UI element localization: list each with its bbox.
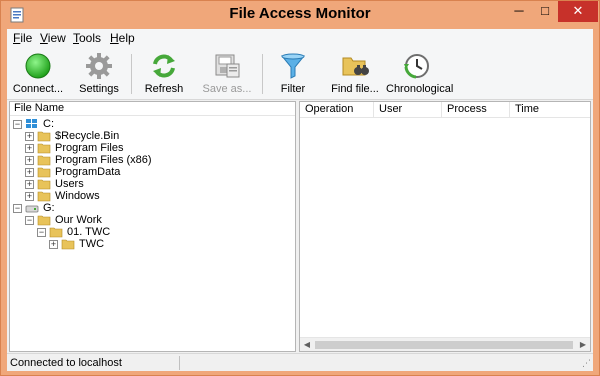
connect-button[interactable]: Connect...	[9, 50, 67, 98]
menu-help-rest: elp	[118, 31, 135, 45]
expand-toggle[interactable]: +	[25, 132, 34, 141]
collapse-toggle[interactable]: −	[13, 120, 22, 129]
filter-label: Filter	[280, 83, 306, 95]
clock-icon	[404, 54, 429, 79]
collapse-toggle[interactable]: −	[25, 216, 34, 225]
scrollbar-thumb[interactable]	[315, 341, 573, 349]
tree-item-label: Windows	[55, 190, 100, 202]
operation-column-header[interactable]: Operation	[300, 102, 374, 118]
menu-help[interactable]: Help	[110, 31, 135, 45]
menu-file-rest: ile	[20, 31, 33, 45]
resize-grip-icon[interactable]: ⋰	[582, 358, 591, 369]
process-column-header[interactable]: Process	[442, 102, 510, 118]
toolbar: Connect... Settings Refresh Save as... F…	[7, 48, 593, 100]
expand-toggle[interactable]: +	[25, 168, 34, 177]
tree-item-label: G:	[43, 202, 55, 214]
refresh-icon	[153, 54, 175, 78]
folder-icon	[37, 179, 51, 190]
tree-item-label: Program Files (x86)	[55, 154, 152, 166]
tree-item-label: Program Files	[55, 142, 124, 154]
folder-icon	[49, 227, 63, 238]
folder-icon	[37, 167, 51, 178]
connect-icon	[25, 53, 51, 79]
save-as-button[interactable]: Save as...	[197, 50, 257, 98]
scroll-right-icon[interactable]: ▶	[576, 338, 590, 352]
title-bar[interactable]: File Access Monitor ─ □ ✕	[1, 1, 599, 29]
menu-help-accel: H	[110, 31, 119, 45]
client-area: File View Tools Help Connect... Settings…	[7, 29, 593, 371]
folder-icon	[61, 239, 75, 250]
tree-item-label: $Recycle.Bin	[55, 130, 120, 142]
expand-toggle[interactable]: +	[25, 156, 34, 165]
drive-icon	[26, 119, 37, 128]
minimize-button[interactable]: ─	[506, 1, 532, 22]
expand-toggle[interactable]: +	[25, 180, 34, 189]
connect-label: Connect...	[12, 83, 64, 95]
chronological-button[interactable]: Chronological	[386, 50, 454, 98]
funnel-icon	[280, 53, 306, 79]
gear-icon	[86, 53, 112, 79]
status-separator	[179, 356, 180, 370]
menu-file[interactable]: File	[13, 31, 32, 45]
menu-view-accel: V	[40, 31, 48, 45]
refresh-label: Refresh	[144, 83, 184, 95]
expand-toggle[interactable]: +	[49, 240, 58, 249]
tree-item-label: ProgramData	[55, 166, 121, 178]
save-icon	[215, 54, 240, 78]
status-bar: Connected to localhost ⋰	[7, 353, 593, 371]
collapse-toggle[interactable]: −	[13, 204, 22, 213]
drive-icon	[25, 205, 39, 213]
refresh-button[interactable]: Refresh	[137, 50, 191, 98]
file-tree-pane[interactable]: File Name − C: + $Recycle.Bin + Program …	[9, 101, 296, 352]
menu-view-rest: iew	[47, 31, 66, 45]
tree-item-label: Users	[55, 178, 84, 190]
menu-tools-rest: ools	[79, 31, 102, 45]
tree-item-label: 01. TWC	[67, 226, 111, 238]
scroll-left-icon[interactable]: ◀	[300, 338, 314, 352]
find-file-label: Find file...	[331, 83, 379, 95]
tree-item-label: TWC	[79, 238, 105, 250]
file-name-column-header[interactable]: File Name	[10, 102, 295, 116]
maximize-button[interactable]: □	[532, 1, 558, 22]
collapse-toggle[interactable]: −	[37, 228, 46, 237]
close-button[interactable]: ✕	[558, 1, 598, 22]
toolbar-separator	[262, 54, 263, 94]
folder-icon	[37, 143, 51, 154]
toolbar-separator	[131, 54, 132, 94]
settings-button[interactable]: Settings	[70, 50, 128, 98]
tree-item-label: Our Work	[55, 214, 102, 226]
settings-label: Settings	[79, 83, 119, 95]
tree-item-label: C:	[43, 118, 54, 130]
folder-icon	[37, 191, 51, 202]
folder-binoculars-icon	[342, 57, 369, 76]
time-column-header[interactable]: Time	[510, 102, 590, 118]
expand-toggle[interactable]: +	[25, 144, 34, 153]
folder-icon	[37, 131, 51, 142]
filter-button[interactable]: Filter	[269, 50, 317, 98]
folder-icon	[37, 215, 51, 226]
event-list-pane[interactable]: Operation User Process Time ◀ ▶	[299, 101, 591, 352]
save-as-label: Save as...	[202, 83, 252, 95]
user-column-header[interactable]: User	[374, 102, 442, 118]
menu-bar: File View Tools Help	[7, 29, 593, 48]
find-file-button[interactable]: Find file...	[327, 50, 383, 98]
connection-status: Connected to localhost	[10, 357, 122, 369]
menu-tools[interactable]: Tools	[73, 31, 101, 45]
folder-icon	[37, 155, 51, 166]
horizontal-scrollbar[interactable]: ◀ ▶	[300, 337, 590, 351]
expand-toggle[interactable]: +	[25, 192, 34, 201]
app-window: File Access Monitor ─ □ ✕ File View Tool…	[0, 0, 600, 376]
menu-view[interactable]: View	[40, 31, 66, 45]
chronological-label: Chronological	[386, 83, 454, 95]
